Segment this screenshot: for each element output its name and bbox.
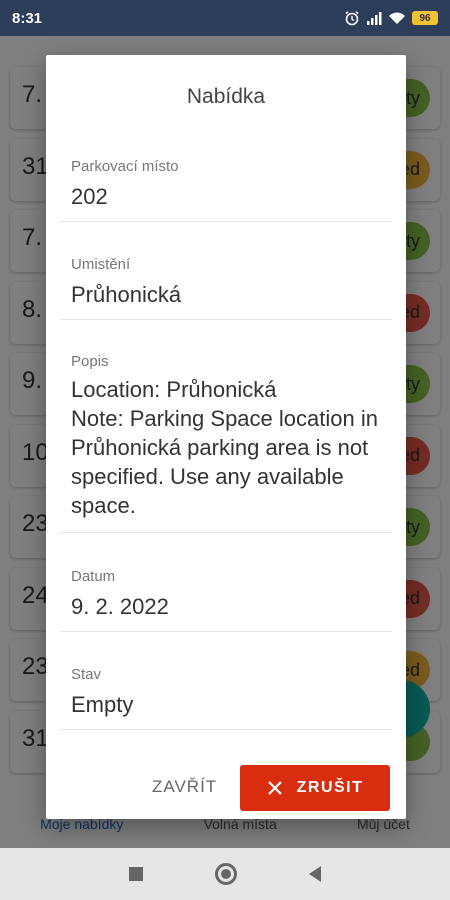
dialog-actions: ZAVŘÍT ZRUŠIT bbox=[46, 765, 406, 811]
status-bar: 8:31 96 bbox=[0, 0, 450, 36]
wifi-icon bbox=[389, 12, 405, 24]
dialog-title: Nabídka bbox=[186, 85, 266, 108]
cancel-offer-label: ZRUŠIT bbox=[296, 779, 364, 796]
home-icon[interactable] bbox=[215, 863, 237, 885]
field-parking-spot: Parkovací místo 202 bbox=[60, 150, 392, 222]
battery-icon: 96 bbox=[412, 11, 438, 25]
home-icon-dot bbox=[221, 869, 231, 879]
close-button[interactable]: ZAVŘÍT bbox=[152, 777, 217, 797]
field-value: Location: Průhonická Note: Parking Space… bbox=[71, 377, 378, 518]
field-value: 9. 2. 2022 bbox=[71, 594, 169, 619]
system-navigation-bar bbox=[0, 848, 450, 900]
offer-dialog: Nabídka Parkovací místo 202 Umistění Prů… bbox=[46, 55, 406, 819]
status-icons: 96 bbox=[344, 10, 438, 26]
field-date: Datum 9. 2. 2022 bbox=[60, 560, 392, 632]
close-icon bbox=[267, 781, 282, 795]
field-status: Stav Empty bbox=[60, 658, 392, 730]
field-label: Parkovací místo bbox=[71, 158, 179, 175]
status-time: 8:31 bbox=[12, 9, 43, 27]
field-label: Stav bbox=[71, 666, 102, 683]
field-label: Umistění bbox=[71, 256, 131, 273]
signal-icon bbox=[367, 12, 382, 25]
field-description: Popis Location: Průhonická Note: Parking… bbox=[60, 345, 392, 533]
field-value: Průhonická bbox=[71, 282, 182, 307]
recent-apps-icon[interactable] bbox=[129, 867, 143, 881]
field-label: Popis bbox=[71, 353, 109, 370]
back-icon[interactable] bbox=[309, 866, 321, 882]
field-value: 202 bbox=[71, 184, 108, 209]
field-label: Datum bbox=[71, 568, 116, 585]
field-location: Umistění Průhonická bbox=[60, 248, 392, 320]
alarm-icon bbox=[345, 11, 359, 26]
cancel-offer-button[interactable]: ZRUŠIT bbox=[240, 765, 390, 811]
field-value: Empty bbox=[71, 692, 134, 717]
